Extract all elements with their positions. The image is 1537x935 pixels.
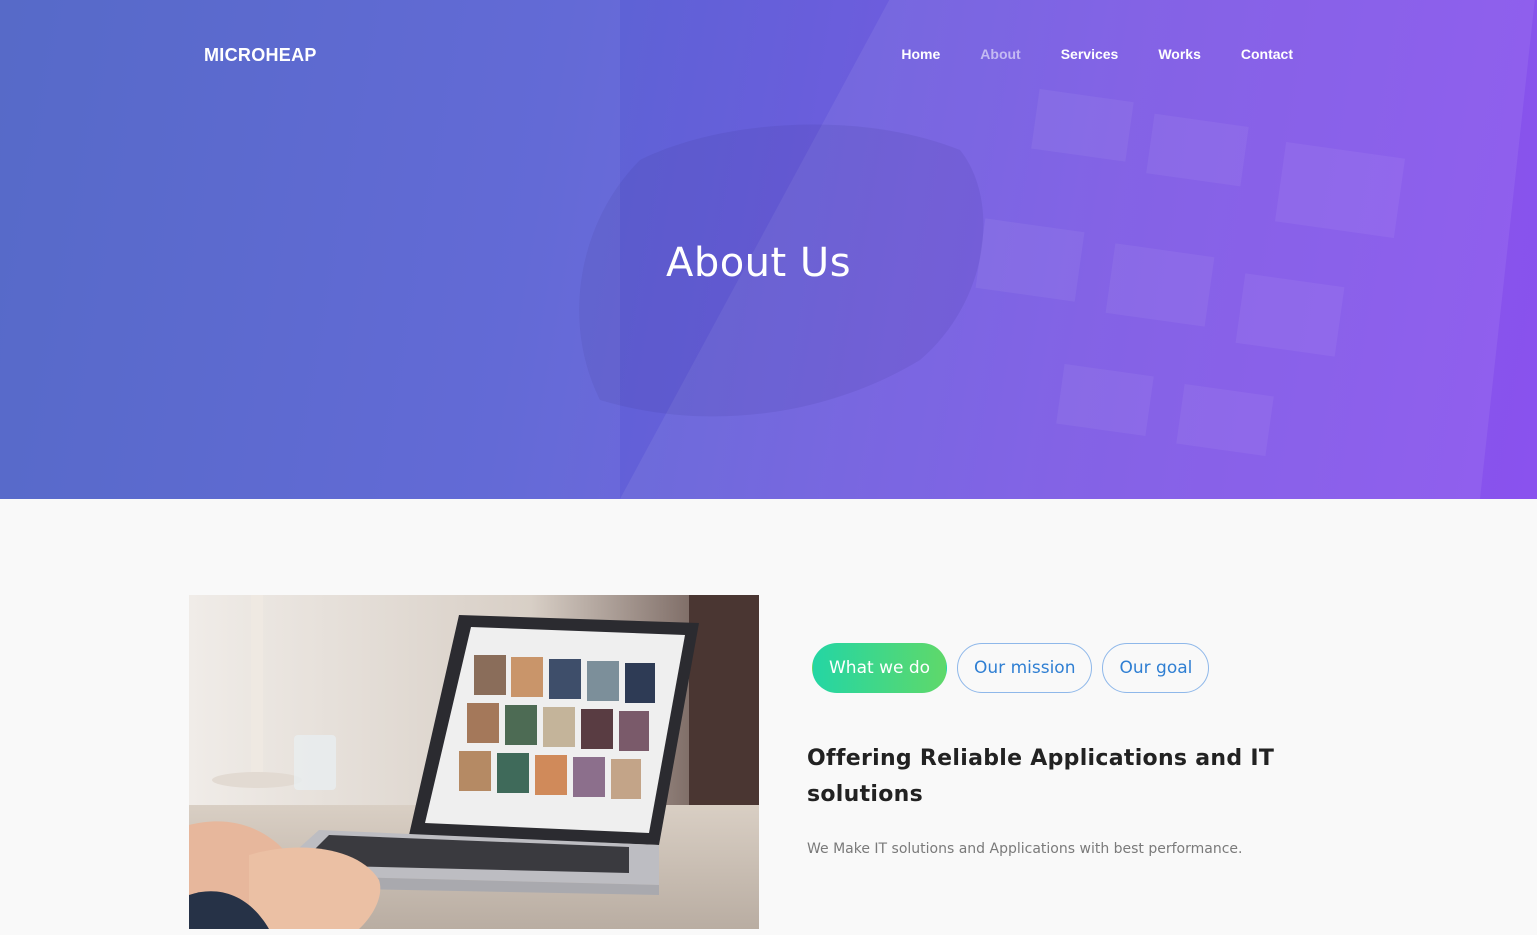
tab-our-goal[interactable]: Our goal [1102, 643, 1210, 693]
nav-works[interactable]: Works [1158, 46, 1201, 62]
main-nav: Home About Services Works Contact [861, 46, 1293, 62]
brand-logo[interactable]: MICROHEAP [204, 45, 317, 66]
tab-our-mission[interactable]: Our mission [957, 643, 1093, 693]
nav-home[interactable]: Home [901, 46, 940, 62]
tab-what-we-do[interactable]: What we do [812, 643, 948, 693]
nav-about[interactable]: About [980, 46, 1020, 62]
about-tabs: What we do Our mission Our goal [812, 643, 1219, 693]
laptop-photo-icon [189, 595, 759, 929]
about-image [189, 595, 759, 929]
nav-services[interactable]: Services [1061, 46, 1119, 62]
section-heading: Offering Reliable Applications and IT so… [807, 746, 1275, 807]
hero-banner: MICROHEAP Home About Services Works Cont… [0, 0, 1537, 499]
section-description: We Make IT solutions and Applications wi… [807, 841, 1243, 857]
page-title: About Us [665, 240, 852, 286]
nav-contact[interactable]: Contact [1241, 46, 1293, 62]
